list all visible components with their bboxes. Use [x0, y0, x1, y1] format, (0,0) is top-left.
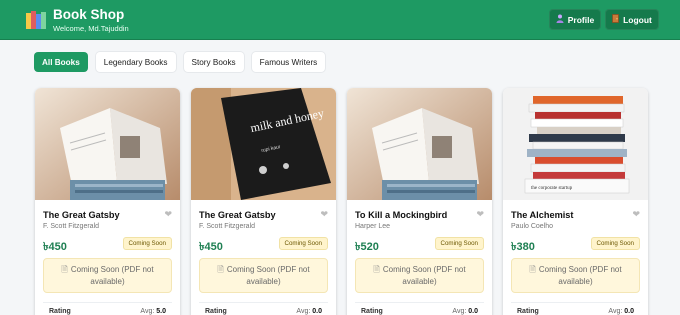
book-cover-image	[347, 88, 492, 200]
average-rating: Avg: 5.0	[140, 308, 166, 315]
average-label: Avg:	[140, 308, 155, 315]
book-cover-image	[35, 88, 180, 200]
book-author: F. Scott Fitzgerald	[43, 223, 100, 230]
document-icon: 🗎	[217, 265, 224, 274]
app-title: Book Shop	[53, 7, 125, 22]
book-card[interactable]: To Kill a Mockingbird ❤ Harper Lee ৳520 …	[347, 88, 492, 315]
pdf-unavailable-notice: 🗎 Coming Soon (PDF not available)	[199, 258, 328, 293]
average-value: 0.0	[312, 308, 322, 315]
heart-icon[interactable]: ❤	[632, 209, 640, 220]
book-card[interactable]: The Great Gatsby ❤ F. Scott Fitzgerald ৳…	[35, 88, 180, 315]
document-icon: 🗎	[61, 265, 68, 274]
heart-icon[interactable]: ❤	[320, 209, 328, 220]
category-tabs: All Books Legendary Books Story Books Fa…	[34, 52, 326, 72]
book-author: Harper Lee	[355, 223, 391, 230]
book-price: ৳380	[511, 241, 535, 253]
app-header: Book Shop Welcome, Md.Tajuddin Profile L…	[0, 0, 680, 40]
document-icon: 🗎	[373, 265, 380, 274]
heart-icon[interactable]: ❤	[476, 209, 484, 220]
status-badge: Coming Soon	[590, 237, 640, 250]
notice-text: Coming Soon (PDF not available)	[226, 265, 310, 286]
book-card[interactable]: milk and honey rupi kaur The Great Gatsb…	[191, 88, 336, 315]
tab-famous-writers[interactable]: Famous Writers	[251, 52, 326, 72]
tab-all-books[interactable]: All Books	[34, 52, 88, 72]
divider	[199, 302, 328, 303]
door-icon	[612, 14, 619, 25]
logout-label: Logout	[623, 14, 652, 25]
user-icon	[556, 14, 564, 25]
status-badge: Coming Soon	[434, 237, 484, 250]
pdf-unavailable-notice: 🗎 Coming Soon (PDF not available)	[355, 258, 484, 293]
rating-label: Rating	[205, 308, 227, 315]
tab-story-books[interactable]: Story Books	[183, 52, 244, 72]
rating-label: Rating	[517, 308, 539, 315]
average-label: Avg:	[452, 308, 467, 315]
rating-label: Rating	[49, 308, 71, 315]
book-title: The Alchemist	[511, 210, 574, 220]
books-logo-icon	[26, 11, 46, 29]
average-rating: Avg: 0.0	[608, 308, 634, 315]
average-label: Avg:	[608, 308, 623, 315]
average-rating: Avg: 0.0	[452, 308, 478, 315]
average-rating: Avg: 0.0	[296, 308, 322, 315]
profile-label: Profile	[567, 14, 595, 25]
tab-legendary-books[interactable]: Legendary Books	[95, 52, 176, 72]
status-badge: Coming Soon	[122, 237, 172, 250]
average-value: 0.0	[468, 308, 478, 315]
average-label: Avg:	[296, 308, 311, 315]
document-icon: 🗎	[529, 265, 536, 274]
rating-label: Rating	[361, 308, 383, 315]
profile-button[interactable]: Profile	[549, 9, 601, 30]
pdf-unavailable-notice: 🗎 Coming Soon (PDF not available)	[511, 258, 640, 293]
status-badge: Coming Soon	[278, 237, 328, 250]
heart-icon[interactable]: ❤	[164, 209, 172, 220]
book-title: The Great Gatsby	[43, 210, 120, 220]
book-price: ৳520	[355, 241, 379, 253]
notice-text: Coming Soon (PDF not available)	[538, 265, 622, 286]
book-author: F. Scott Fitzgerald	[199, 223, 256, 230]
divider	[511, 302, 640, 303]
book-card[interactable]: the corporate startup The Alchemist ❤ Pa…	[503, 88, 648, 315]
book-title: To Kill a Mockingbird	[355, 210, 448, 220]
book-price: ৳450	[199, 241, 223, 253]
divider	[43, 302, 172, 303]
average-value: 0.0	[624, 308, 634, 315]
welcome-text: Welcome, Md.Tajuddin	[53, 24, 129, 33]
notice-text: Coming Soon (PDF not available)	[382, 265, 466, 286]
logout-button[interactable]: Logout	[605, 9, 659, 30]
book-title: The Great Gatsby	[199, 210, 276, 220]
book-price: ৳450	[43, 241, 67, 253]
notice-text: Coming Soon (PDF not available)	[70, 265, 154, 286]
book-cover-image: milk and honey rupi kaur	[191, 88, 336, 200]
cover-text: the corporate startup	[531, 186, 573, 191]
book-cover-image: the corporate startup	[503, 88, 648, 200]
divider	[355, 302, 484, 303]
average-value: 5.0	[156, 308, 166, 315]
book-author: Paulo Coelho	[511, 223, 554, 230]
pdf-unavailable-notice: 🗎 Coming Soon (PDF not available)	[43, 258, 172, 293]
